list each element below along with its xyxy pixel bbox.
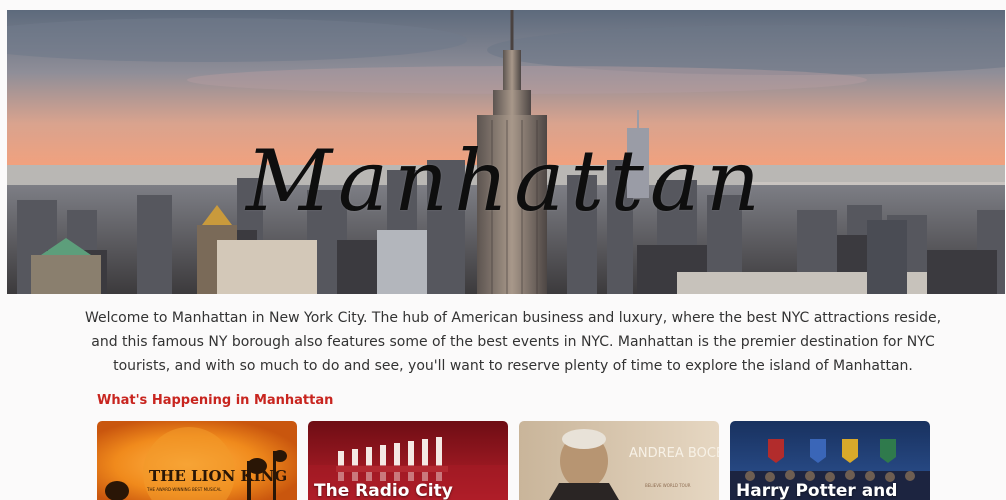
event-card-poster-tagline: BELIEVE WORLD TOUR <box>645 483 691 488</box>
intro-paragraph: Welcome to Manhattan in New York City. T… <box>84 310 942 374</box>
event-card-lion-king[interactable]: THE LION KING THE AWARD-WINNING BEST MUS… <box>97 421 297 500</box>
event-card-radio-city[interactable]: The Radio City <box>308 421 508 500</box>
event-card-poster-title: THE LION KING <box>149 467 287 485</box>
event-card-harry-potter[interactable]: Harry Potter and <box>730 421 930 500</box>
event-card-title: Harry Potter and <box>736 481 898 500</box>
event-card-image: THE LION KING THE AWARD-WINNING BEST MUS… <box>97 421 297 500</box>
hero-skyline-image <box>7 10 1005 294</box>
event-card-andrea-bocelli[interactable]: ANDREA BOCELLI BELIEVE WORLD TOUR <box>519 421 719 500</box>
event-card-poster-tagline: THE AWARD-WINNING BEST MUSICAL <box>146 487 222 492</box>
hero-banner: Manhattan <box>7 10 1005 294</box>
event-card-image: ANDREA BOCELLI BELIEVE WORLD TOUR <box>519 421 719 500</box>
section-heading: What's Happening in Manhattan <box>97 393 334 408</box>
event-card-title: The Radio City <box>314 481 453 500</box>
event-card-poster-title: ANDREA BOCELLI <box>629 446 719 461</box>
